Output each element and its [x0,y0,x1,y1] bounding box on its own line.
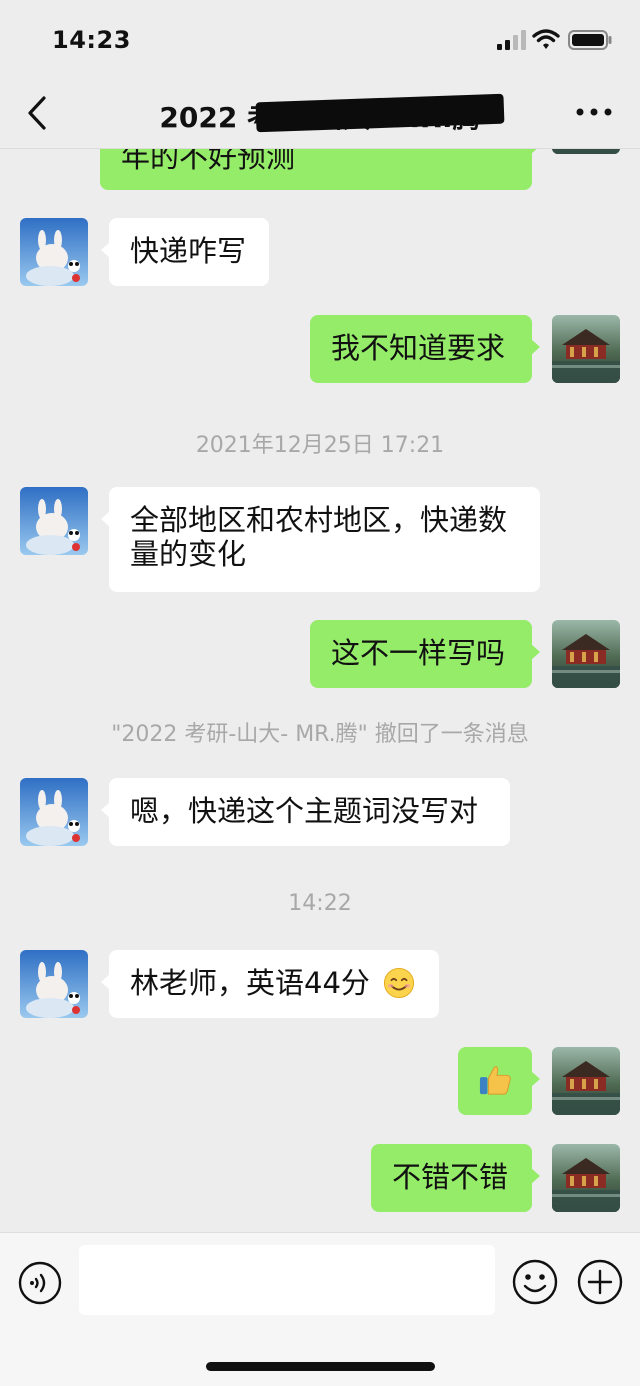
thumbs-up-emoji-icon [479,1066,511,1095]
message-input[interactable] [79,1245,495,1315]
my-avatar[interactable] [552,1144,620,1212]
message-bubble[interactable]: 全部地区和农村地区，快递数量的变化 [101,487,540,592]
input-bar [0,1232,640,1386]
add-attachment-icon[interactable] [577,1259,623,1305]
contact-avatar[interactable] [20,950,88,1018]
my-avatar[interactable] [552,315,620,383]
battery-icon [568,30,612,50]
more-icon[interactable] [574,102,614,122]
message-bubble[interactable]: 这不一样写吗 [310,620,540,688]
my-avatar[interactable] [552,1047,620,1115]
recall-notice: "2022 考研-山大- MR.腾" 撤回了一条消息 [111,722,529,747]
home-indicator[interactable] [206,1362,435,1371]
chat-header: 2022 考研-山大- MR.腾 [0,80,640,149]
message-bubble[interactable]: 快递咋写 [101,218,269,286]
cellular-signal-icon [497,30,526,50]
message-bubble[interactable]: 我不知道要求 [310,315,540,383]
message-bubble[interactable] [458,1047,540,1115]
smile-emoji-icon [384,967,415,999]
timestamp: 14:22 [288,891,352,916]
wifi-icon [532,29,560,49]
contact-avatar[interactable] [20,487,88,555]
message-bubble[interactable]: 嗯，快递这个主题词没写对 [101,778,510,846]
contact-avatar[interactable] [20,218,88,286]
message-bubble[interactable]: 不错不错 [371,1144,540,1212]
message-list[interactable]: 年的不好预测 快递咋写 我不知道要求 2021年12月25日 17:21 全部地… [0,80,640,1232]
my-avatar[interactable] [552,620,620,688]
message-bubble[interactable]: 林老师，英语44分 [101,950,439,1018]
back-icon[interactable] [24,94,52,132]
status-bar: 14:23 [0,0,640,80]
timestamp: 2021年12月25日 17:21 [195,433,445,458]
emoji-icon[interactable] [512,1259,558,1305]
message-text: 林老师，英语44分 [130,966,370,1000]
contact-avatar[interactable] [20,778,88,846]
status-time: 14:23 [52,26,131,54]
voice-input-icon[interactable] [18,1261,62,1305]
